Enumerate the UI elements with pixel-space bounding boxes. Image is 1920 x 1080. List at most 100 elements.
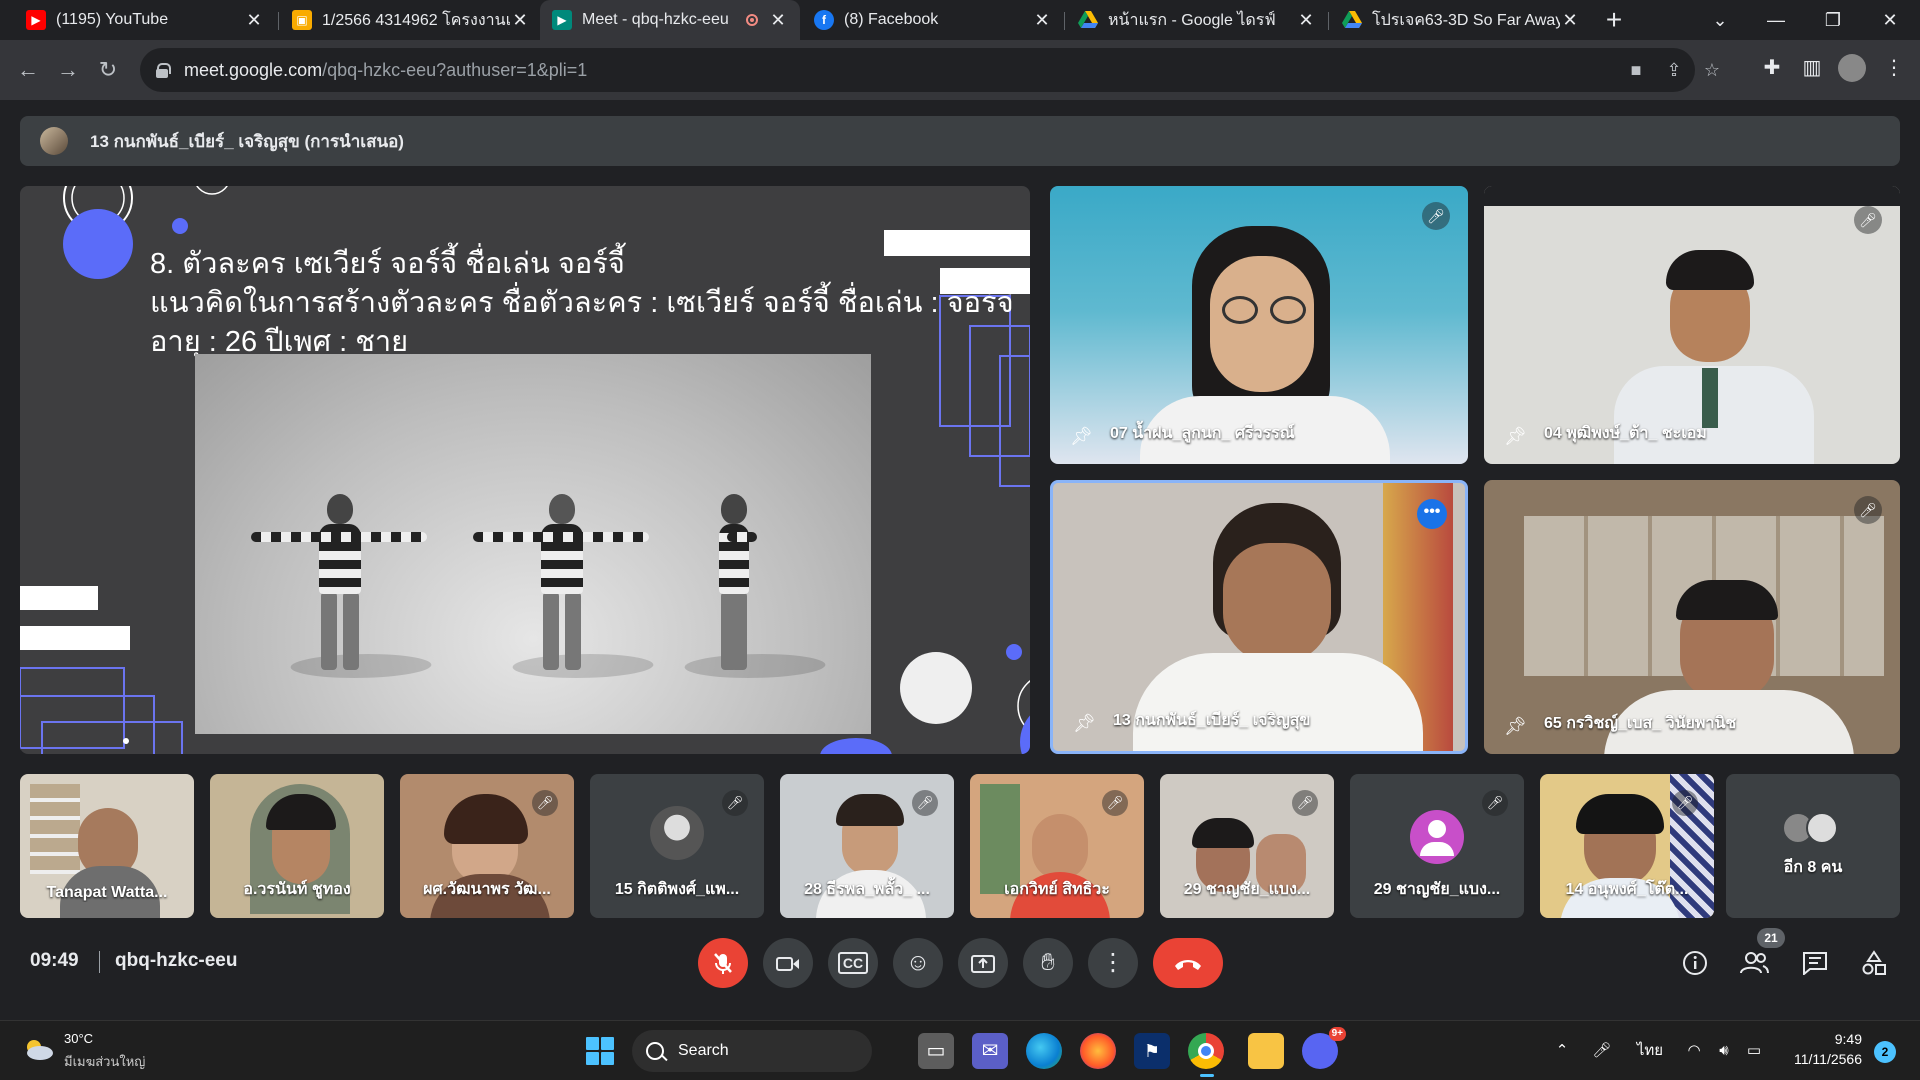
- meeting-info-icon[interactable]: [1677, 944, 1713, 980]
- camera-toggle-button[interactable]: [763, 938, 813, 988]
- store-icon[interactable]: ⚑: [1134, 1033, 1170, 1069]
- pin-icon[interactable]: 📌︎: [1504, 716, 1527, 738]
- volume-icon[interactable]: 🔊︎: [1712, 1039, 1736, 1063]
- tab-classroom[interactable]: ▣ 1/2566 4314962 โครงงานแอ ✕: [280, 0, 542, 40]
- close-window-button[interactable]: ✕: [1862, 0, 1918, 40]
- side-panel-icon[interactable]: ▥: [1798, 54, 1826, 82]
- show-hidden-icons-chevron-icon[interactable]: ⌃: [1550, 1039, 1574, 1063]
- lock-icon[interactable]: [156, 63, 171, 78]
- participant-name: 28 ธีรพล_พลั้ว_ ...: [804, 881, 930, 898]
- google-drive-icon: [1342, 10, 1362, 30]
- participant-thumbnail[interactable]: Tanapat Watta...: [20, 774, 194, 918]
- tab-drive-home[interactable]: หน้าแรก - Google ไดรฟ์ ✕: [1066, 0, 1328, 40]
- tab-title: โปรเจค63-3D So Far Away -: [1372, 11, 1560, 29]
- close-icon[interactable]: ✕: [1560, 10, 1580, 31]
- reload-button[interactable]: ↻: [92, 54, 124, 86]
- participant-name: 65 กรวิชญ์_เบส_ วินัยพานิช: [1544, 715, 1737, 732]
- tab-title: Meet - qbq-hzkc-eeu: [582, 11, 729, 28]
- participant-tile-active-speaker[interactable]: ••• 📌︎ 13 กนกพันธ์_เบียร์_ เจริญสุข: [1050, 480, 1468, 754]
- pin-icon[interactable]: 📌︎: [1070, 426, 1093, 448]
- activities-icon[interactable]: [1856, 944, 1892, 980]
- back-button[interactable]: ←: [12, 54, 44, 86]
- url-host: meet.google.com: [184, 59, 323, 80]
- tab-meet[interactable]: ▶ Meet - qbq-hzkc-eeu ✕: [540, 0, 800, 40]
- tab-search-chevron-icon[interactable]: ⌄: [1692, 0, 1748, 40]
- close-icon[interactable]: ✕: [244, 10, 264, 31]
- character-front-view: [251, 494, 438, 678]
- participant-thumbnail[interactable]: 🎤︎ 29 ชาญชัย_แบง...: [1160, 774, 1334, 918]
- new-tab-button[interactable]: +: [1598, 4, 1630, 36]
- participant-thumbnail[interactable]: 🎤︎ ผศ.วัฒนาพร วัฒ...: [400, 774, 574, 918]
- hang-up-icon: [1175, 960, 1201, 971]
- taskbar-search[interactable]: Search: [632, 1030, 872, 1072]
- present-screen-button[interactable]: [958, 938, 1008, 988]
- camera-icon: [776, 956, 799, 971]
- participant-thumbnail[interactable]: 🎤︎ เอกวิทย์ สิทธิวะ: [970, 774, 1144, 918]
- muted-mic-icon: 🎤︎: [1422, 202, 1450, 230]
- extensions-icon[interactable]: ✚: [1758, 54, 1786, 82]
- battery-icon[interactable]: ▭: [1742, 1039, 1766, 1063]
- task-view-icon[interactable]: ▭: [918, 1033, 954, 1069]
- close-icon[interactable]: ✕: [510, 10, 530, 31]
- pin-icon[interactable]: 📌︎: [1073, 713, 1096, 735]
- more-options-button[interactable]: ⋮: [1088, 938, 1138, 988]
- muted-mic-icon: 🎤︎: [1854, 206, 1882, 234]
- notification-badge[interactable]: 2: [1874, 1041, 1896, 1063]
- weather-description[interactable]: มีเมฆส่วนใหญ่: [64, 1051, 145, 1072]
- teams-icon[interactable]: ✉: [972, 1033, 1008, 1069]
- microphone-tray-icon[interactable]: 🎤︎: [1590, 1039, 1614, 1063]
- file-explorer-icon[interactable]: [1248, 1033, 1284, 1069]
- people-icon[interactable]: [1736, 944, 1772, 980]
- participant-tile[interactable]: 🎤︎ 📌︎ 65 กรวิชญ์_เบส_ วินัยพานิช: [1484, 480, 1900, 754]
- weather-cloud-icon[interactable]: [22, 1037, 54, 1061]
- system-clock[interactable]: 9:49 11/11/2566: [1772, 1029, 1862, 1069]
- minimize-button[interactable]: —: [1748, 0, 1804, 40]
- microphone-toggle-button[interactable]: [698, 938, 748, 988]
- close-icon[interactable]: ✕: [1032, 10, 1052, 31]
- bookmark-star-icon[interactable]: ☆: [1700, 58, 1724, 82]
- pin-icon[interactable]: 📌︎: [1504, 426, 1527, 448]
- tab-youtube[interactable]: ▶ (1195) YouTube ✕: [14, 0, 276, 40]
- participant-thumbnail[interactable]: อ.วรนันท์ ชูทอง: [210, 774, 384, 918]
- chrome-icon[interactable]: [1188, 1033, 1224, 1077]
- participant-name: 13 กนกพันธ์_เบียร์_ เจริญสุข: [1113, 712, 1311, 729]
- windows-start-icon[interactable]: [586, 1037, 614, 1065]
- participant-name: 04 พุฒิพงษ์_ต้า_ ชะเอม: [1544, 425, 1707, 442]
- profile-avatar[interactable]: [1838, 54, 1866, 82]
- participant-thumbnail[interactable]: 🎤︎ 15 กิตติพงศ์_แพ...: [590, 774, 764, 918]
- share-icon[interactable]: ⇪: [1662, 58, 1686, 82]
- captions-button[interactable]: CC: [828, 938, 878, 988]
- participant-name: เอกวิทย์ สิทธิวะ: [1004, 881, 1110, 898]
- weather-temperature[interactable]: 30°C: [64, 1031, 93, 1046]
- present-icon: [971, 954, 995, 973]
- more-participants-tile[interactable]: อีก 8 คน: [1726, 774, 1900, 918]
- camera-in-use-icon[interactable]: ■: [1624, 58, 1648, 82]
- wifi-icon[interactable]: ◠: [1682, 1039, 1706, 1063]
- discord-icon[interactable]: 9+: [1302, 1027, 1346, 1069]
- leave-call-button[interactable]: [1153, 938, 1223, 988]
- close-icon[interactable]: ✕: [1296, 10, 1316, 31]
- forward-button[interactable]: →: [52, 54, 84, 86]
- maximize-button[interactable]: ❐: [1805, 0, 1861, 40]
- meeting-clock: 09:49: [30, 950, 79, 971]
- participant-thumbnail[interactable]: 🎤︎ 14 อนุพงศ์_โต๊ต...: [1540, 774, 1714, 918]
- more-options-icon[interactable]: •••: [1417, 499, 1447, 529]
- input-language[interactable]: ไทย: [1630, 1039, 1670, 1063]
- muted-mic-icon: 🎤︎: [722, 790, 748, 816]
- chat-icon[interactable]: [1797, 944, 1833, 980]
- tab-facebook[interactable]: f (8) Facebook ✕: [802, 0, 1064, 40]
- close-icon[interactable]: ✕: [768, 10, 788, 31]
- participant-thumbnail[interactable]: 🎤︎ 29 ชาญชัย_แบง...: [1350, 774, 1524, 918]
- participant-name: 15 กิตติพงศ์_แพ...: [614, 881, 740, 898]
- participant-tile[interactable]: 🎤︎ 📌︎ 07 น้ำฝน_ลูกนก_ ศรีวรรณ์: [1050, 186, 1468, 464]
- firefox-icon[interactable]: [1080, 1033, 1116, 1069]
- raise-hand-button[interactable]: ✋︎: [1023, 938, 1073, 988]
- participant-tile[interactable]: 🎤︎ 📌︎ 04 พุฒิพงษ์_ต้า_ ชะเอม: [1484, 186, 1900, 464]
- reactions-button[interactable]: ☺: [893, 938, 943, 988]
- address-bar[interactable]: meet.google.com/qbq-hzkc-eeu?authuser=1&…: [140, 48, 1720, 92]
- tab-drive-project[interactable]: โปรเจค63-3D So Far Away - ✕: [1330, 0, 1592, 40]
- participant-count-badge: 21: [1757, 928, 1785, 948]
- chrome-menu-icon[interactable]: ⋮: [1880, 54, 1908, 82]
- edge-icon[interactable]: [1026, 1033, 1062, 1069]
- participant-thumbnail[interactable]: 🎤︎ 28 ธีรพล_พลั้ว_ ...: [780, 774, 954, 918]
